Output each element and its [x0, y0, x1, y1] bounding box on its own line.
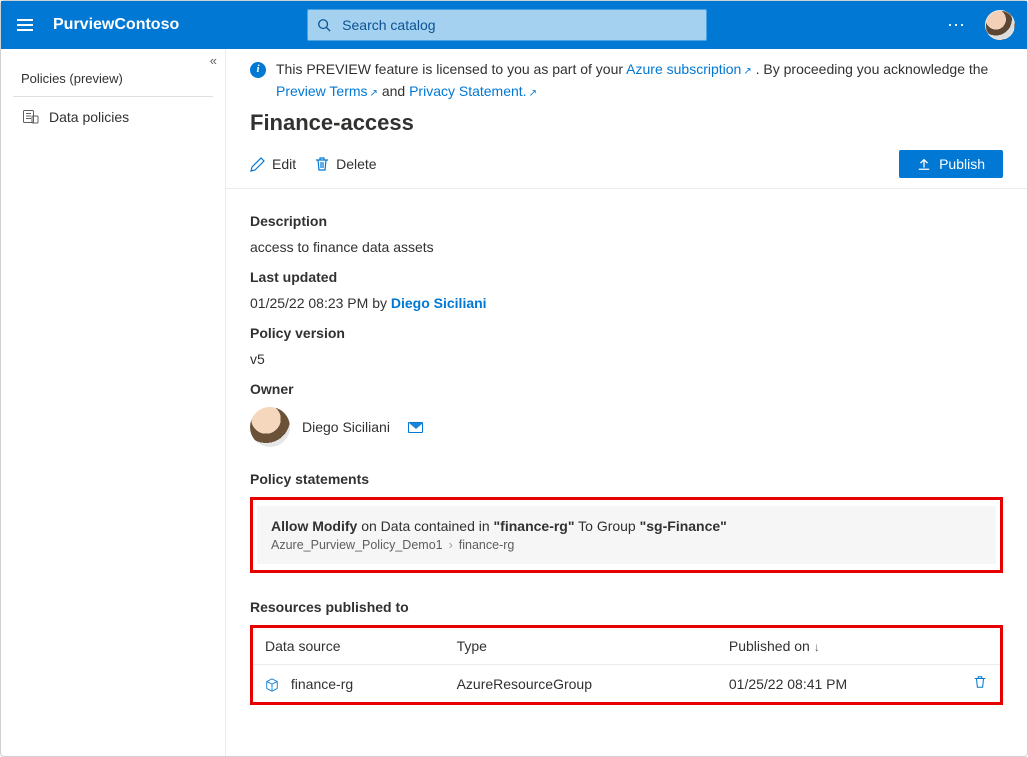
last-updated-value: 01/25/22 08:23 PM by Diego Siciliani — [250, 295, 1003, 311]
cell-published: 01/25/22 08:41 PM — [717, 665, 960, 703]
col-published-on[interactable]: Published on↓ — [717, 628, 960, 665]
sidebar-item-data-policies[interactable]: Data policies — [1, 101, 225, 133]
preview-terms-link[interactable]: Preview Terms↗ — [276, 83, 378, 99]
last-updated-label: Last updated — [250, 269, 1003, 285]
pencil-icon — [250, 156, 266, 172]
sidebar: « Policies (preview) Data policies — [1, 49, 226, 756]
topbar-right: ⋯ — [947, 10, 1015, 40]
banner-text: This PREVIEW feature is licensed to you … — [276, 59, 988, 102]
delete-button[interactable]: Delete — [314, 156, 376, 172]
mail-icon[interactable] — [408, 422, 423, 433]
more-icon[interactable]: ⋯ — [947, 15, 967, 36]
upload-icon — [917, 157, 931, 171]
trash-icon — [314, 156, 330, 172]
search-input[interactable] — [307, 9, 707, 41]
external-link-icon: ↗ — [743, 66, 751, 77]
preview-banner: i This PREVIEW feature is licensed to yo… — [226, 49, 1027, 108]
policy-statement-breadcrumb: Azure_Purview_Policy_Demo1›finance-rg — [271, 538, 982, 552]
data-policies-icon — [23, 110, 39, 124]
topbar: PurviewContoso ⋯ — [1, 1, 1027, 49]
owner-row: Diego Siciliani — [250, 407, 1003, 447]
edit-button[interactable]: Edit — [250, 156, 296, 172]
col-type[interactable]: Type — [445, 628, 717, 665]
description-label: Description — [250, 213, 1003, 229]
hamburger-icon[interactable] — [13, 15, 37, 35]
divider — [13, 96, 213, 97]
version-label: Policy version — [250, 325, 1003, 341]
azure-subscription-link[interactable]: Azure subscription↗ — [626, 61, 752, 77]
policy-statements-highlight: Allow Modify on Data contained in "finan… — [250, 497, 1003, 573]
page-title: Finance-access — [226, 108, 1027, 144]
external-link-icon: ↗ — [370, 88, 378, 99]
resource-group-icon — [265, 678, 279, 692]
owner-avatar[interactable] — [250, 407, 290, 447]
resources-label: Resources published to — [250, 599, 1003, 615]
table-row[interactable]: finance-rg AzureResourceGroup 01/25/22 0… — [253, 665, 1000, 703]
publish-button[interactable]: Publish — [899, 150, 1003, 178]
row-delete-icon[interactable] — [973, 675, 987, 689]
toolbar: Edit Delete Publish — [226, 144, 1027, 189]
sidebar-title: Policies (preview) — [1, 49, 225, 94]
owner-name: Diego Siciliani — [302, 419, 390, 435]
cell-source: finance-rg — [291, 676, 353, 692]
col-data-source[interactable]: Data source — [253, 628, 445, 665]
content: Description access to finance data asset… — [226, 189, 1027, 729]
search-icon — [317, 18, 331, 32]
avatar[interactable] — [985, 10, 1015, 40]
brand-name[interactable]: PurviewContoso — [53, 16, 179, 34]
resources-table: Data source Type Published on↓ — [253, 628, 1000, 702]
description-value: access to finance data assets — [250, 239, 1003, 255]
info-icon: i — [250, 62, 266, 78]
policy-statement-card[interactable]: Allow Modify on Data contained in "finan… — [257, 506, 996, 564]
policy-statements-label: Policy statements — [250, 471, 1003, 487]
collapse-sidebar-icon[interactable]: « — [210, 53, 217, 68]
cell-type: AzureResourceGroup — [445, 665, 717, 703]
main: i This PREVIEW feature is licensed to yo… — [226, 49, 1027, 756]
owner-label: Owner — [250, 381, 1003, 397]
privacy-statement-link[interactable]: Privacy Statement.↗ — [409, 83, 537, 99]
col-actions — [960, 628, 1000, 665]
version-value: v5 — [250, 351, 1003, 367]
resources-table-highlight: Data source Type Published on↓ — [250, 625, 1003, 705]
search-wrap — [307, 9, 707, 41]
sidebar-item-label: Data policies — [49, 109, 129, 125]
external-link-icon: ↗ — [529, 88, 537, 99]
policy-statement-text: Allow Modify on Data contained in "finan… — [271, 518, 982, 534]
sort-desc-icon: ↓ — [814, 640, 820, 654]
last-updated-user-link[interactable]: Diego Siciliani — [391, 295, 487, 311]
